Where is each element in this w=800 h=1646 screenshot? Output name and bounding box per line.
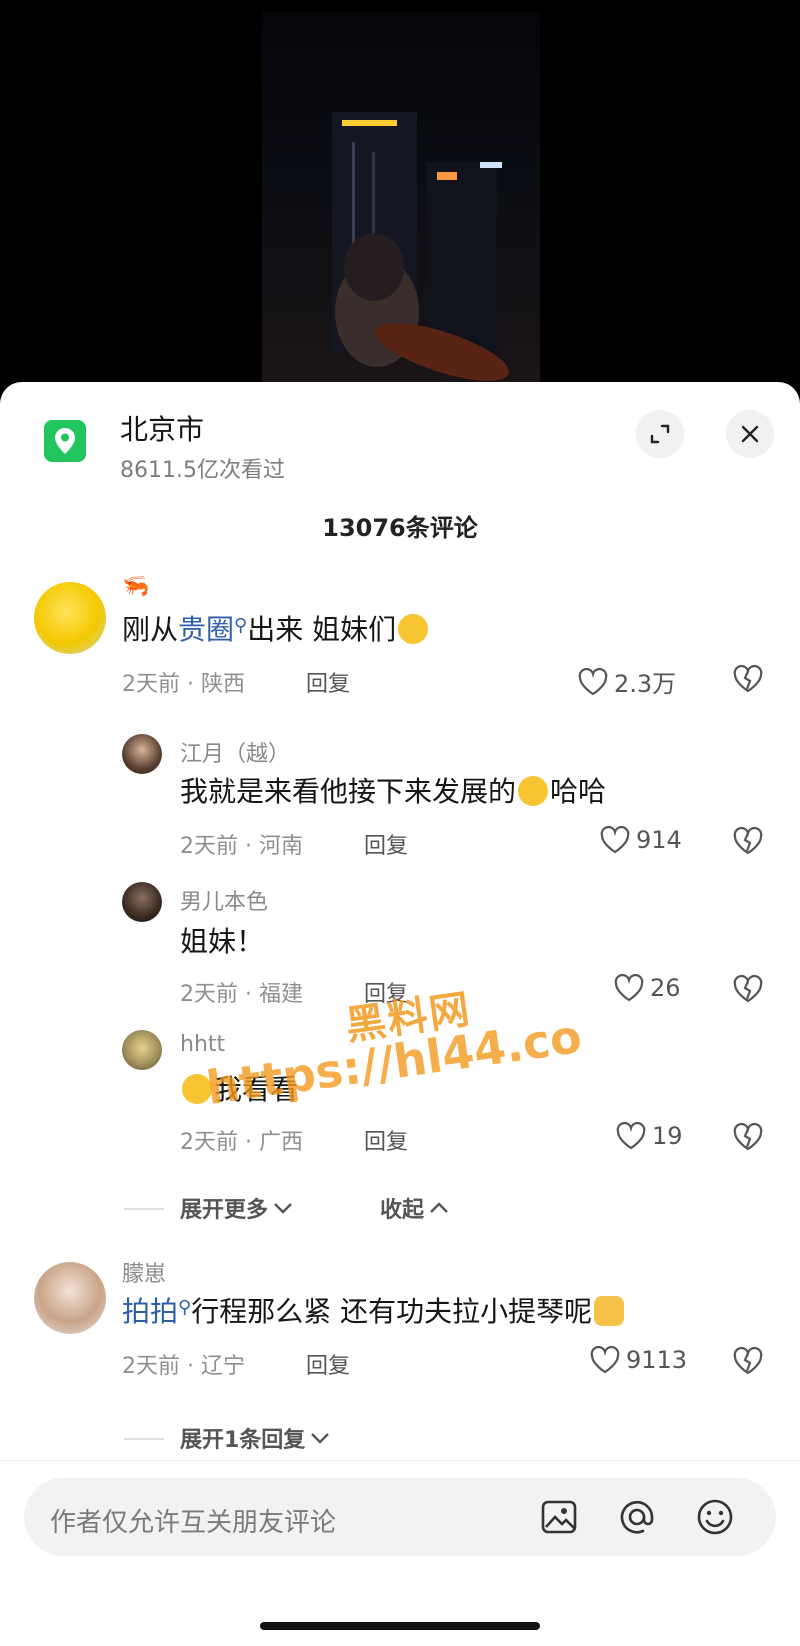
dislike-button[interactable] (732, 664, 764, 698)
comment-username[interactable]: 男儿本色 (180, 884, 268, 916)
comment-tag-link[interactable]: 贵圈 (178, 613, 234, 646)
comment-input-placeholder[interactable]: 作者仅允许互关朋友评论 (50, 1502, 336, 1539)
location-pin-icon (44, 420, 86, 462)
broken-heart-icon (733, 664, 763, 693)
comment-username[interactable]: 🦐 (122, 574, 149, 599)
comment-text: 拍拍⚲行程那么紧 还有功夫拉小提琴呢 (122, 1290, 626, 1330)
emoji-icon (697, 1499, 733, 1535)
image-button[interactable] (538, 1496, 580, 1538)
video-thumbnail[interactable] (262, 12, 540, 385)
flushed-emoji-icon (398, 614, 429, 644)
dislike-button[interactable] (732, 1346, 764, 1380)
dislike-button[interactable] (732, 826, 764, 860)
comments-count: 13076条评论 (322, 514, 478, 542)
emoji-button[interactable] (694, 1496, 736, 1538)
heart-icon (616, 1122, 646, 1150)
close-icon (741, 425, 759, 443)
comment-meta: 2天前 · 广西 (180, 1130, 303, 1155)
comment-text: 姐妹！ (180, 925, 265, 958)
broken-heart-icon (733, 1346, 763, 1375)
like-button[interactable]: 2.3万 (578, 664, 676, 699)
avatar[interactable] (122, 1030, 162, 1070)
like-button[interactable]: 9113 (590, 1346, 687, 1374)
home-indicator[interactable] (260, 1622, 540, 1630)
like-button[interactable]: 26 (614, 974, 681, 1002)
like-count: 2.3万 (614, 670, 677, 698)
chevron-down-icon (274, 1203, 292, 1214)
grinning-emoji-icon (518, 776, 549, 806)
like-count: 9113 (626, 1346, 688, 1374)
divider-line (124, 1438, 164, 1440)
location-title: 北京市 (120, 413, 205, 446)
comment-username[interactable]: 江月（越） (180, 736, 290, 768)
dislike-button[interactable] (732, 1122, 764, 1156)
comment-text: 我就是来看他接下来发展的 哈哈 (180, 775, 607, 808)
search-icon: ⚲ (234, 615, 248, 636)
like-button[interactable]: 914 (600, 826, 682, 854)
comment-meta: 2天前 · 辽宁 (122, 1354, 245, 1379)
like-count: 26 (650, 974, 681, 1002)
comment-text: 刚从贵圈⚲出来 姐妹们 (122, 608, 430, 648)
divider-line (124, 1208, 164, 1210)
comment-meta: 2天前 · 福建 (180, 982, 303, 1007)
broken-heart-icon (733, 826, 763, 855)
dislike-button[interactable] (732, 974, 764, 1008)
chevron-up-icon (430, 1202, 448, 1213)
avatar[interactable] (122, 882, 162, 922)
reply-button[interactable]: 回复 (306, 1348, 350, 1380)
comment-input-bar[interactable]: 作者仅允许互关朋友评论 (24, 1478, 776, 1556)
video-area[interactable] (0, 0, 800, 385)
avatar[interactable] (122, 734, 162, 774)
location-views: 8611.5亿次看过 (120, 458, 285, 483)
expand-replies-button[interactable]: 展开1条回复 (180, 1422, 331, 1454)
like-count: 914 (636, 826, 682, 854)
location-header[interactable]: 北京市 8611.5亿次看过 (0, 382, 800, 492)
comment-meta: 2天前 · 陕西 (122, 672, 245, 697)
expand-more-button[interactable]: 展开更多 (180, 1192, 294, 1224)
heart-icon (600, 826, 630, 854)
city-night-scene (332, 112, 509, 381)
like-button[interactable]: 19 (616, 1122, 683, 1150)
close-button[interactable] (726, 410, 774, 458)
heart-icon (578, 667, 608, 695)
reply-button[interactable]: 回复 (364, 1124, 408, 1156)
reply-button[interactable]: 回复 (364, 828, 408, 860)
collapse-button[interactable]: 收起 (380, 1192, 450, 1224)
comment-meta: 2天前 · 河南 (180, 834, 303, 859)
avatar[interactable] (34, 582, 106, 654)
expand-icon (650, 424, 670, 444)
heart-icon (614, 974, 644, 1002)
comment-tag-link[interactable]: 拍拍 (122, 1295, 178, 1328)
broken-heart-icon (733, 974, 763, 1003)
comment-username[interactable]: hhtt (180, 1032, 225, 1057)
broken-heart-icon (733, 1122, 763, 1151)
expand-button[interactable] (636, 410, 684, 458)
chevron-down-icon (311, 1433, 330, 1444)
heart-icon (590, 1346, 620, 1374)
mention-button[interactable] (616, 1496, 658, 1538)
like-count: 19 (652, 1122, 683, 1150)
image-icon (541, 1500, 577, 1534)
at-icon (620, 1500, 654, 1534)
input-divider (0, 1460, 800, 1461)
avatar[interactable] (34, 1262, 106, 1334)
finger-heart-emoji-icon (594, 1296, 625, 1326)
reply-button[interactable]: 回复 (306, 666, 350, 698)
comment-username[interactable]: 朦崽 (122, 1256, 166, 1288)
search-icon: ⚲ (178, 1297, 192, 1318)
